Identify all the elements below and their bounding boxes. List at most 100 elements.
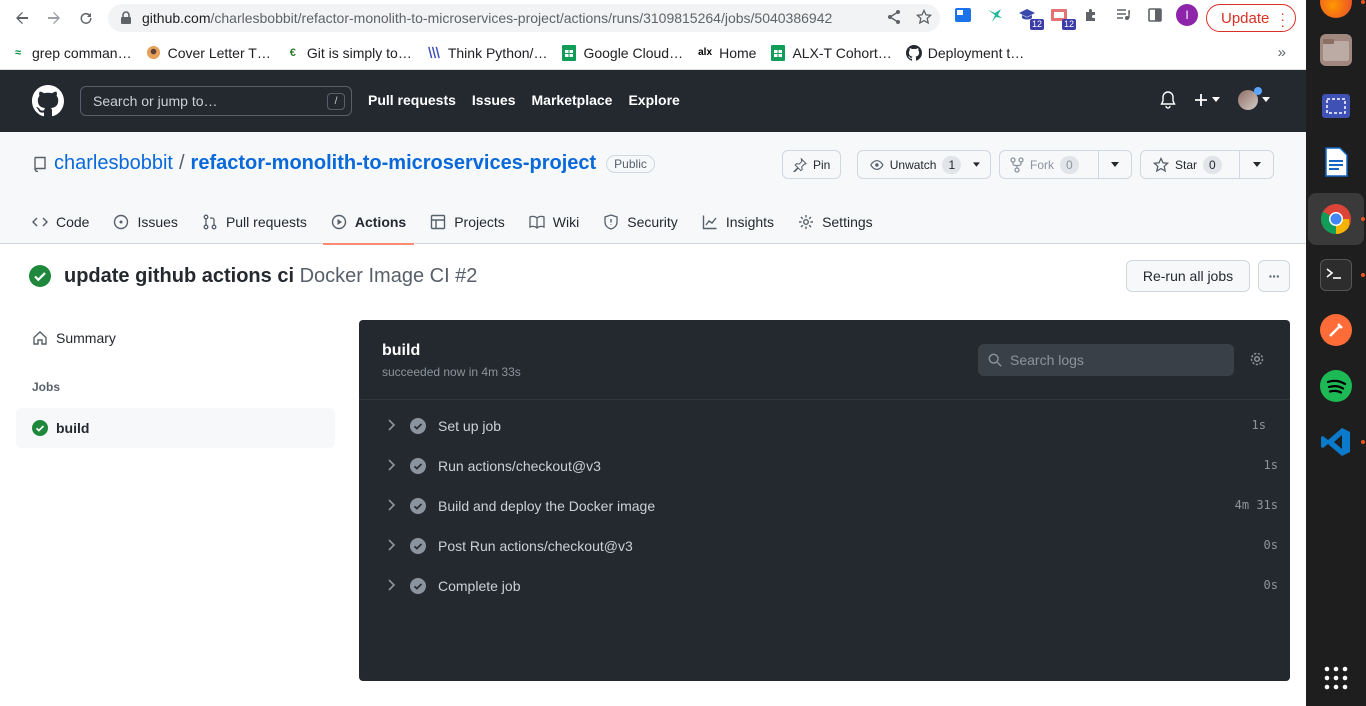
star-counter: 0 (1203, 155, 1222, 174)
step-row[interactable]: Set up job 1s (359, 406, 1290, 446)
terminal-icon[interactable] (1320, 259, 1352, 291)
tab-security[interactable]: Security (603, 200, 678, 244)
spotify-icon[interactable] (1320, 370, 1352, 402)
step-row[interactable]: Build and deploy the Docker image 4m 31s (359, 486, 1290, 526)
bookmark-alx-cohort[interactable]: ALX-T Cohort… (770, 44, 892, 61)
url-path: /charlesbobbit/refactor-monolith-to-micr… (210, 10, 833, 26)
run-more-options-button[interactable]: ··· (1258, 260, 1290, 292)
firefox-icon[interactable] (1320, 0, 1352, 18)
back-button[interactable] (8, 4, 36, 32)
tab-projects[interactable]: Projects (430, 200, 505, 244)
fork-button[interactable]: Fork 0 (999, 150, 1099, 179)
github-logo-icon[interactable] (32, 85, 64, 117)
tab-settings[interactable]: Settings (798, 200, 873, 244)
chrome-icon[interactable] (1320, 203, 1352, 235)
sidebar-job-build[interactable]: build (16, 408, 335, 448)
bookmark-deployment[interactable]: Deployment t… (905, 44, 1024, 61)
running-indicator (1361, 440, 1365, 444)
watch-counter: 1 (942, 155, 962, 174)
nav-explore[interactable]: Explore (628, 92, 679, 108)
step-row[interactable]: Complete job 0s (359, 566, 1290, 606)
tab-insights[interactable]: Insights (702, 200, 774, 244)
success-check-icon (32, 420, 48, 436)
header-right (1160, 87, 1270, 110)
sidebar-summary-link[interactable]: Summary (32, 330, 116, 346)
vscode-icon[interactable] (1320, 426, 1352, 458)
step-success-icon (410, 418, 426, 434)
nav-issues[interactable]: Issues (472, 92, 516, 108)
bookmark-star-icon[interactable] (916, 9, 932, 25)
bookmark-home[interactable]: alx Home (697, 45, 756, 61)
share-icon[interactable] (886, 9, 902, 25)
star-list-dropdown-button[interactable] (1240, 150, 1274, 179)
step-duration: 0s (1263, 578, 1278, 592)
step-row[interactable]: Post Run actions/checkout@v3 0s (359, 526, 1290, 566)
tab-label: Pull requests (225, 214, 307, 230)
user-menu[interactable] (1238, 87, 1270, 110)
step-success-icon (410, 578, 426, 594)
profile-avatar[interactable]: I (1176, 4, 1198, 26)
ext-tab-icon[interactable] (952, 4, 974, 26)
step-row[interactable]: Run actions/checkout@v3 1s (359, 446, 1290, 486)
more-vert-icon: · · · (1280, 5, 1285, 33)
step-duration: 4m 31s (1234, 498, 1278, 512)
repo-owner-link[interactable]: charlesbobbit (54, 152, 173, 175)
nav-marketplace[interactable]: Marketplace (532, 92, 613, 108)
nav-pull-requests[interactable]: Pull requests (368, 92, 456, 108)
bookmarks-overflow-button[interactable]: » (1278, 44, 1286, 61)
bookmark-google-cloud[interactable]: Google Cloud… (561, 44, 684, 61)
create-new-dropdown[interactable] (1194, 93, 1220, 107)
workflow-name-link[interactable]: Docker Image CI #2 (300, 265, 478, 287)
github-search-input[interactable]: Search or jump to… / (80, 86, 352, 116)
bookmark-label: Cover Letter T… (167, 44, 271, 61)
fork-icon (1010, 156, 1024, 173)
summary-label: Summary (56, 330, 116, 346)
bookmark-think-python[interactable]: Think Python/… (426, 45, 547, 61)
run-title: update github actions ci Docker Image CI… (64, 265, 477, 288)
tab-code[interactable]: Code (32, 200, 89, 244)
caret-down-icon (1262, 97, 1270, 102)
screenshot-icon[interactable] (1320, 90, 1352, 122)
search-logs-input[interactable]: Search logs (978, 344, 1234, 376)
rerun-all-jobs-button[interactable]: Re-run all jobs (1126, 260, 1250, 292)
github-header: Search or jump to… / Pull requests Issues… (0, 70, 1306, 132)
alx-icon: alx (698, 47, 713, 58)
notification-bell-icon[interactable] (1160, 91, 1176, 109)
ext-image-icon[interactable]: 12 (1048, 4, 1076, 30)
side-panel-icon[interactable] (1144, 4, 1166, 26)
back-arrow-icon (16, 12, 28, 24)
ext-bird-icon[interactable] (984, 4, 1006, 26)
writer-icon[interactable] (1320, 146, 1352, 178)
pin-button[interactable]: Pin (782, 150, 842, 179)
repo-separator: / (178, 152, 185, 174)
files-icon[interactable] (1320, 34, 1352, 66)
ext-graduation-icon[interactable]: 12 (1016, 4, 1044, 30)
app-grid-icon[interactable] (1320, 662, 1352, 694)
postman-icon[interactable] (1320, 314, 1352, 346)
grep-icon: ≈ (14, 46, 22, 59)
tab-wiki[interactable]: Wiki (529, 200, 579, 244)
star-button[interactable]: Star 0 (1140, 150, 1240, 179)
chrome-update-button[interactable]: Update · · · (1206, 4, 1296, 32)
log-settings-button[interactable] (1249, 351, 1265, 367)
unwatch-button[interactable]: Unwatch 1 (857, 150, 991, 179)
tab-label: Code (56, 214, 90, 230)
media-queue-icon[interactable] (1112, 4, 1134, 26)
repo-name-link[interactable]: refactor-monolith-to-microservices-proje… (191, 152, 597, 175)
bookmark-git[interactable]: € Git is simply to… (285, 45, 412, 61)
bookmark-grep[interactable]: ≈ grep comman… (10, 45, 132, 61)
reload-button[interactable] (72, 4, 100, 32)
bookmark-cover-letter[interactable]: Cover Letter T… (146, 45, 271, 61)
tab-actions[interactable]: Actions (322, 200, 415, 245)
extensions-area: 12 12 I (952, 4, 1198, 30)
tab-issues[interactable]: Issues (113, 200, 178, 244)
fork-dropdown-button[interactable] (1099, 150, 1132, 179)
forward-button[interactable] (40, 4, 68, 32)
bookmark-label: grep comman… (32, 44, 132, 61)
extensions-puzzle-icon[interactable] (1080, 4, 1102, 26)
git-icon: € (289, 46, 296, 59)
tab-pull-requests[interactable]: Pull requests (202, 200, 307, 244)
bookmark-label: Google Cloud… (583, 44, 684, 61)
address-bar[interactable]: github.com/charlesbobbit/refactor-monoli… (108, 4, 940, 32)
watch-action: Unwatch 1 (857, 150, 991, 179)
